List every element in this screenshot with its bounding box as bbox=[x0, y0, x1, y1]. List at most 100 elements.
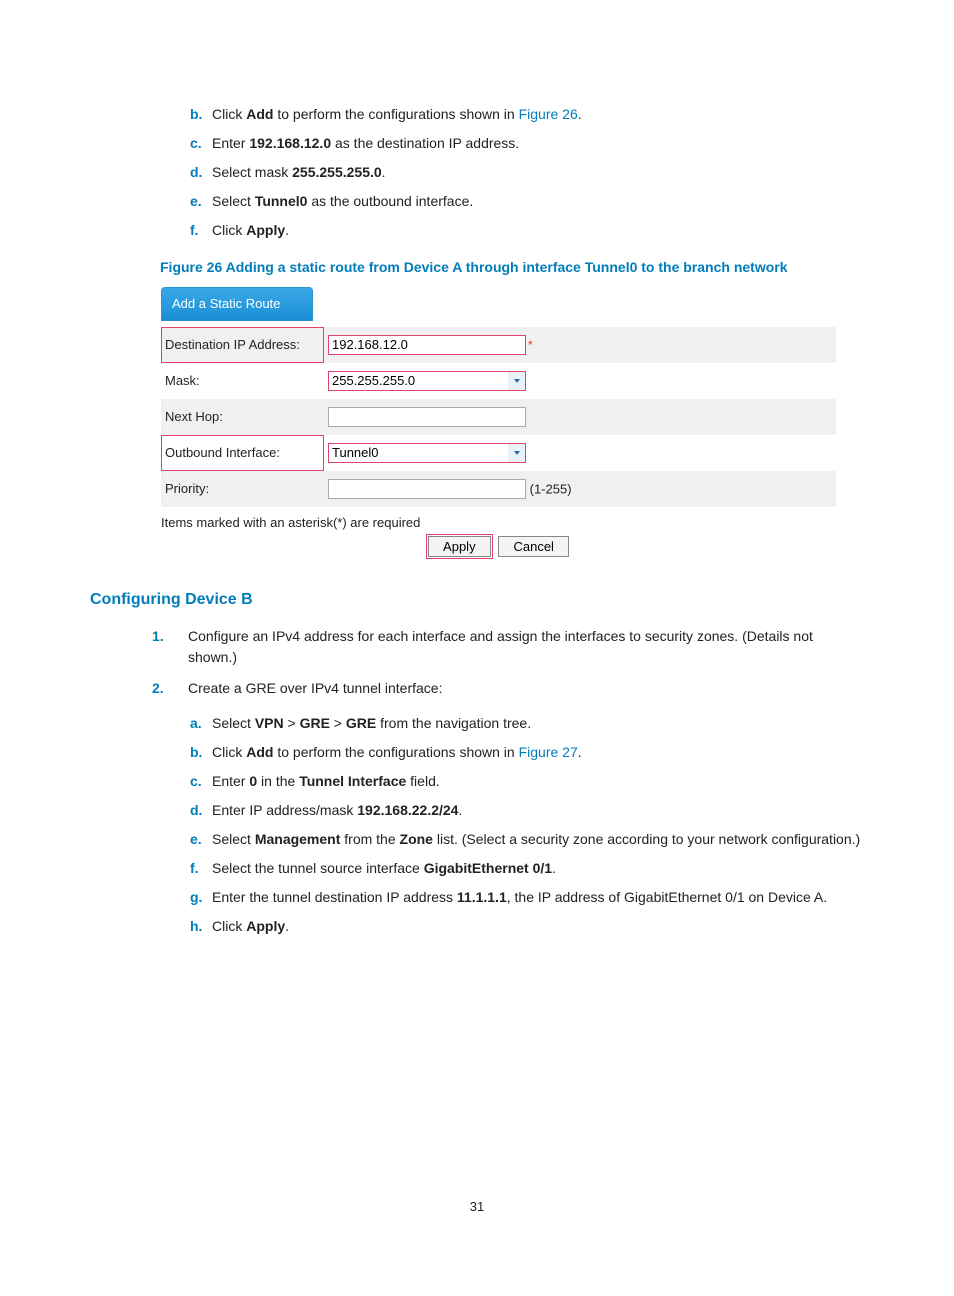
apply-button[interactable]: Apply bbox=[428, 536, 491, 557]
figure-caption: Figure 26 Adding a static route from Dev… bbox=[160, 257, 864, 278]
step-marker: e. bbox=[190, 191, 212, 212]
text-bold: GRE bbox=[300, 715, 330, 731]
required-asterisk: * bbox=[528, 338, 533, 352]
step-marker: e. bbox=[190, 829, 212, 850]
figure-link[interactable]: Figure 27 bbox=[519, 744, 578, 760]
text-bold: Add bbox=[246, 744, 273, 760]
text: as the destination IP address. bbox=[331, 135, 519, 151]
cancel-button[interactable]: Cancel bbox=[498, 536, 568, 557]
text-bold: 192.168.12.0 bbox=[249, 135, 331, 151]
text-bold: GRE bbox=[346, 715, 376, 731]
numbered-steps: 1. Configure an IPv4 address for each in… bbox=[152, 626, 864, 699]
text-bold: Tunnel0 bbox=[255, 193, 308, 209]
text: Click bbox=[212, 106, 246, 122]
step-marker: f. bbox=[190, 220, 212, 241]
step-b: b. Click Add to perform the configuratio… bbox=[190, 104, 864, 125]
text: > bbox=[284, 715, 300, 731]
text: . bbox=[458, 802, 462, 818]
outbound-if-select[interactable] bbox=[328, 443, 526, 463]
step-marker: h. bbox=[190, 916, 212, 937]
text: Click bbox=[212, 744, 246, 760]
label-outbound-if: Outbound Interface: bbox=[165, 445, 280, 460]
step-marker: 2. bbox=[152, 678, 188, 699]
text: Click bbox=[212, 222, 246, 238]
static-route-form: Destination IP Address: * Mask: Next Hop… bbox=[161, 327, 836, 507]
step-d: d. Select mask 255.255.255.0. bbox=[190, 162, 864, 183]
sub-g: g. Enter the tunnel destination IP addre… bbox=[190, 887, 864, 908]
figure-26: Add a Static Route Destination IP Addres… bbox=[160, 286, 862, 558]
page-number: 31 bbox=[90, 1197, 864, 1217]
text: to perform the configurations shown in bbox=[273, 744, 518, 760]
text-bold: Apply bbox=[246, 918, 285, 934]
step-marker: f. bbox=[190, 858, 212, 879]
text: in the bbox=[257, 773, 299, 789]
sub-b: b. Click Add to perform the configuratio… bbox=[190, 742, 864, 763]
chevron-down-icon[interactable] bbox=[508, 371, 526, 391]
dest-ip-input[interactable] bbox=[328, 335, 526, 355]
text: Enter bbox=[212, 773, 249, 789]
step-marker: d. bbox=[190, 162, 212, 183]
figure-link[interactable]: Figure 26 bbox=[519, 106, 578, 122]
sub-e: e. Select Management from the Zone list.… bbox=[190, 829, 864, 850]
text-bold: Apply bbox=[246, 222, 285, 238]
step-marker: b. bbox=[190, 742, 212, 763]
chevron-down-icon[interactable] bbox=[508, 443, 526, 463]
text-bold: Zone bbox=[400, 831, 433, 847]
priority-hint: (1-255) bbox=[530, 481, 572, 496]
label-next-hop: Next Hop: bbox=[165, 409, 223, 424]
sub-a: a. Select VPN > GRE > GRE from the navig… bbox=[190, 713, 864, 734]
text-bold: Management bbox=[255, 831, 341, 847]
alpha-steps-top: b. Click Add to perform the configuratio… bbox=[190, 104, 864, 241]
text: from the navigation tree. bbox=[376, 715, 531, 731]
text: . bbox=[578, 744, 582, 760]
text-bold: GigabitEthernet 0/1 bbox=[424, 860, 552, 876]
text: Select bbox=[212, 193, 255, 209]
text-bold: 11.1.1.1 bbox=[457, 889, 507, 905]
text: Select bbox=[212, 715, 255, 731]
text: . bbox=[285, 222, 289, 238]
tab-add-static-route[interactable]: Add a Static Route bbox=[161, 287, 313, 321]
next-hop-input[interactable] bbox=[328, 407, 526, 427]
text-bold: Tunnel Interface bbox=[299, 773, 406, 789]
text: Enter IP address/mask bbox=[212, 802, 357, 818]
text-bold: VPN bbox=[255, 715, 284, 731]
label-mask: Mask: bbox=[165, 373, 200, 388]
text: to perform the configurations shown in bbox=[273, 106, 518, 122]
text: . bbox=[382, 164, 386, 180]
priority-input[interactable] bbox=[328, 479, 526, 499]
text: Select bbox=[212, 831, 255, 847]
text: . bbox=[552, 860, 556, 876]
required-note: Items marked with an asterisk(*) are req… bbox=[161, 513, 861, 533]
text: as the outbound interface. bbox=[307, 193, 473, 209]
mask-input[interactable] bbox=[328, 371, 508, 391]
step-1: 1. Configure an IPv4 address for each in… bbox=[152, 626, 864, 668]
step-marker: 1. bbox=[152, 626, 188, 668]
step-marker: c. bbox=[190, 771, 212, 792]
text: . bbox=[285, 918, 289, 934]
section-heading: Configuring Device B bbox=[90, 588, 864, 612]
step-2: 2. Create a GRE over IPv4 tunnel interfa… bbox=[152, 678, 864, 699]
step-e: e. Select Tunnel0 as the outbound interf… bbox=[190, 191, 864, 212]
step-marker: c. bbox=[190, 133, 212, 154]
text: Enter bbox=[212, 135, 249, 151]
mask-select[interactable] bbox=[328, 371, 526, 391]
text: , the IP address of GigabitEthernet 0/1 … bbox=[507, 889, 827, 905]
text: field. bbox=[406, 773, 439, 789]
step-c: c. Enter 192.168.12.0 as the destination… bbox=[190, 133, 864, 154]
text: . bbox=[578, 106, 582, 122]
alpha-steps-sub: a. Select VPN > GRE > GRE from the navig… bbox=[190, 713, 864, 937]
text: from the bbox=[340, 831, 399, 847]
outbound-if-input[interactable] bbox=[328, 443, 508, 463]
sub-h: h. Click Apply. bbox=[190, 916, 864, 937]
text: Create a GRE over IPv4 tunnel interface: bbox=[188, 678, 442, 699]
text: Enter the tunnel destination IP address bbox=[212, 889, 457, 905]
step-marker: g. bbox=[190, 887, 212, 908]
step-marker: b. bbox=[190, 104, 212, 125]
text-bold: 0 bbox=[249, 773, 257, 789]
sub-f: f. Select the tunnel source interface Gi… bbox=[190, 858, 864, 879]
step-marker: d. bbox=[190, 800, 212, 821]
text: Select mask bbox=[212, 164, 292, 180]
text-bold: Add bbox=[246, 106, 273, 122]
text: Click bbox=[212, 918, 246, 934]
step-marker: a. bbox=[190, 713, 212, 734]
